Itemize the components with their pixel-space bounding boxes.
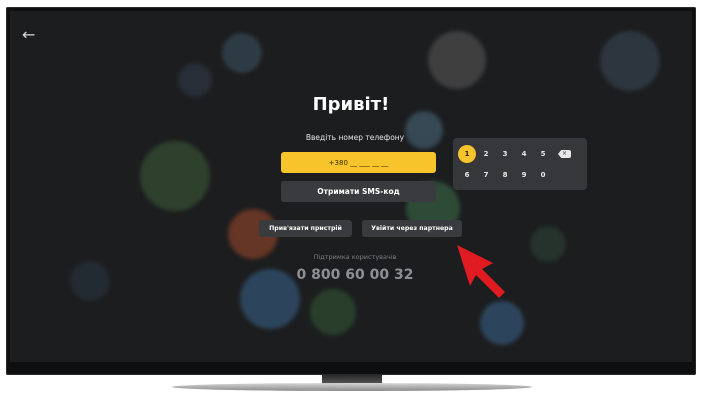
- partner-login-button[interactable]: Увійти через партнера: [362, 220, 462, 237]
- keypad-key-3[interactable]: 3: [496, 145, 514, 163]
- backspace-icon[interactable]: ×: [558, 150, 571, 158]
- bokeh-light: [222, 33, 262, 73]
- keypad-key-1[interactable]: 1: [458, 145, 476, 163]
- bokeh-light: [530, 226, 566, 262]
- tv-screen: ← Привіт! Введіть номер телефону +380 __…: [10, 11, 692, 362]
- pointer-arrow-icon: [457, 245, 505, 298]
- keypad-key-4[interactable]: 4: [515, 145, 533, 163]
- get-sms-code-button[interactable]: Отримати SMS-код: [281, 181, 436, 202]
- tv-stand-base: [172, 383, 532, 391]
- bokeh-light: [428, 31, 486, 89]
- keypad-key-5[interactable]: 5: [534, 145, 552, 163]
- keypad-key-2[interactable]: 2: [477, 145, 495, 163]
- bokeh-light: [600, 31, 660, 91]
- keypad-key-8[interactable]: 8: [496, 166, 514, 184]
- bokeh-light: [178, 63, 212, 97]
- bokeh-light: [480, 301, 524, 345]
- support-label: Підтримка користувачів: [313, 253, 397, 261]
- phone-prompt-label: Введіть номер телефону: [305, 133, 405, 142]
- back-arrow-icon[interactable]: ←: [22, 27, 35, 43]
- keypad-key-9[interactable]: 9: [515, 166, 533, 184]
- keypad-key-6[interactable]: 6: [458, 166, 476, 184]
- bokeh-light: [310, 289, 356, 335]
- keypad-key-0[interactable]: 0: [534, 166, 552, 184]
- bokeh-light: [405, 111, 443, 149]
- bokeh-light: [70, 261, 110, 301]
- numeric-keypad: 1 2 3 4 5 × 6 7 8 9 0: [453, 138, 587, 190]
- phone-input[interactable]: +380 __ ___ __ __: [281, 152, 436, 173]
- bind-device-button[interactable]: Прив'язати пристрій: [259, 220, 352, 237]
- keypad-key-7[interactable]: 7: [477, 166, 495, 184]
- support-phone: 0 800 60 00 32: [296, 267, 414, 283]
- bokeh-light: [140, 141, 210, 211]
- page-title: Привіт!: [312, 94, 390, 115]
